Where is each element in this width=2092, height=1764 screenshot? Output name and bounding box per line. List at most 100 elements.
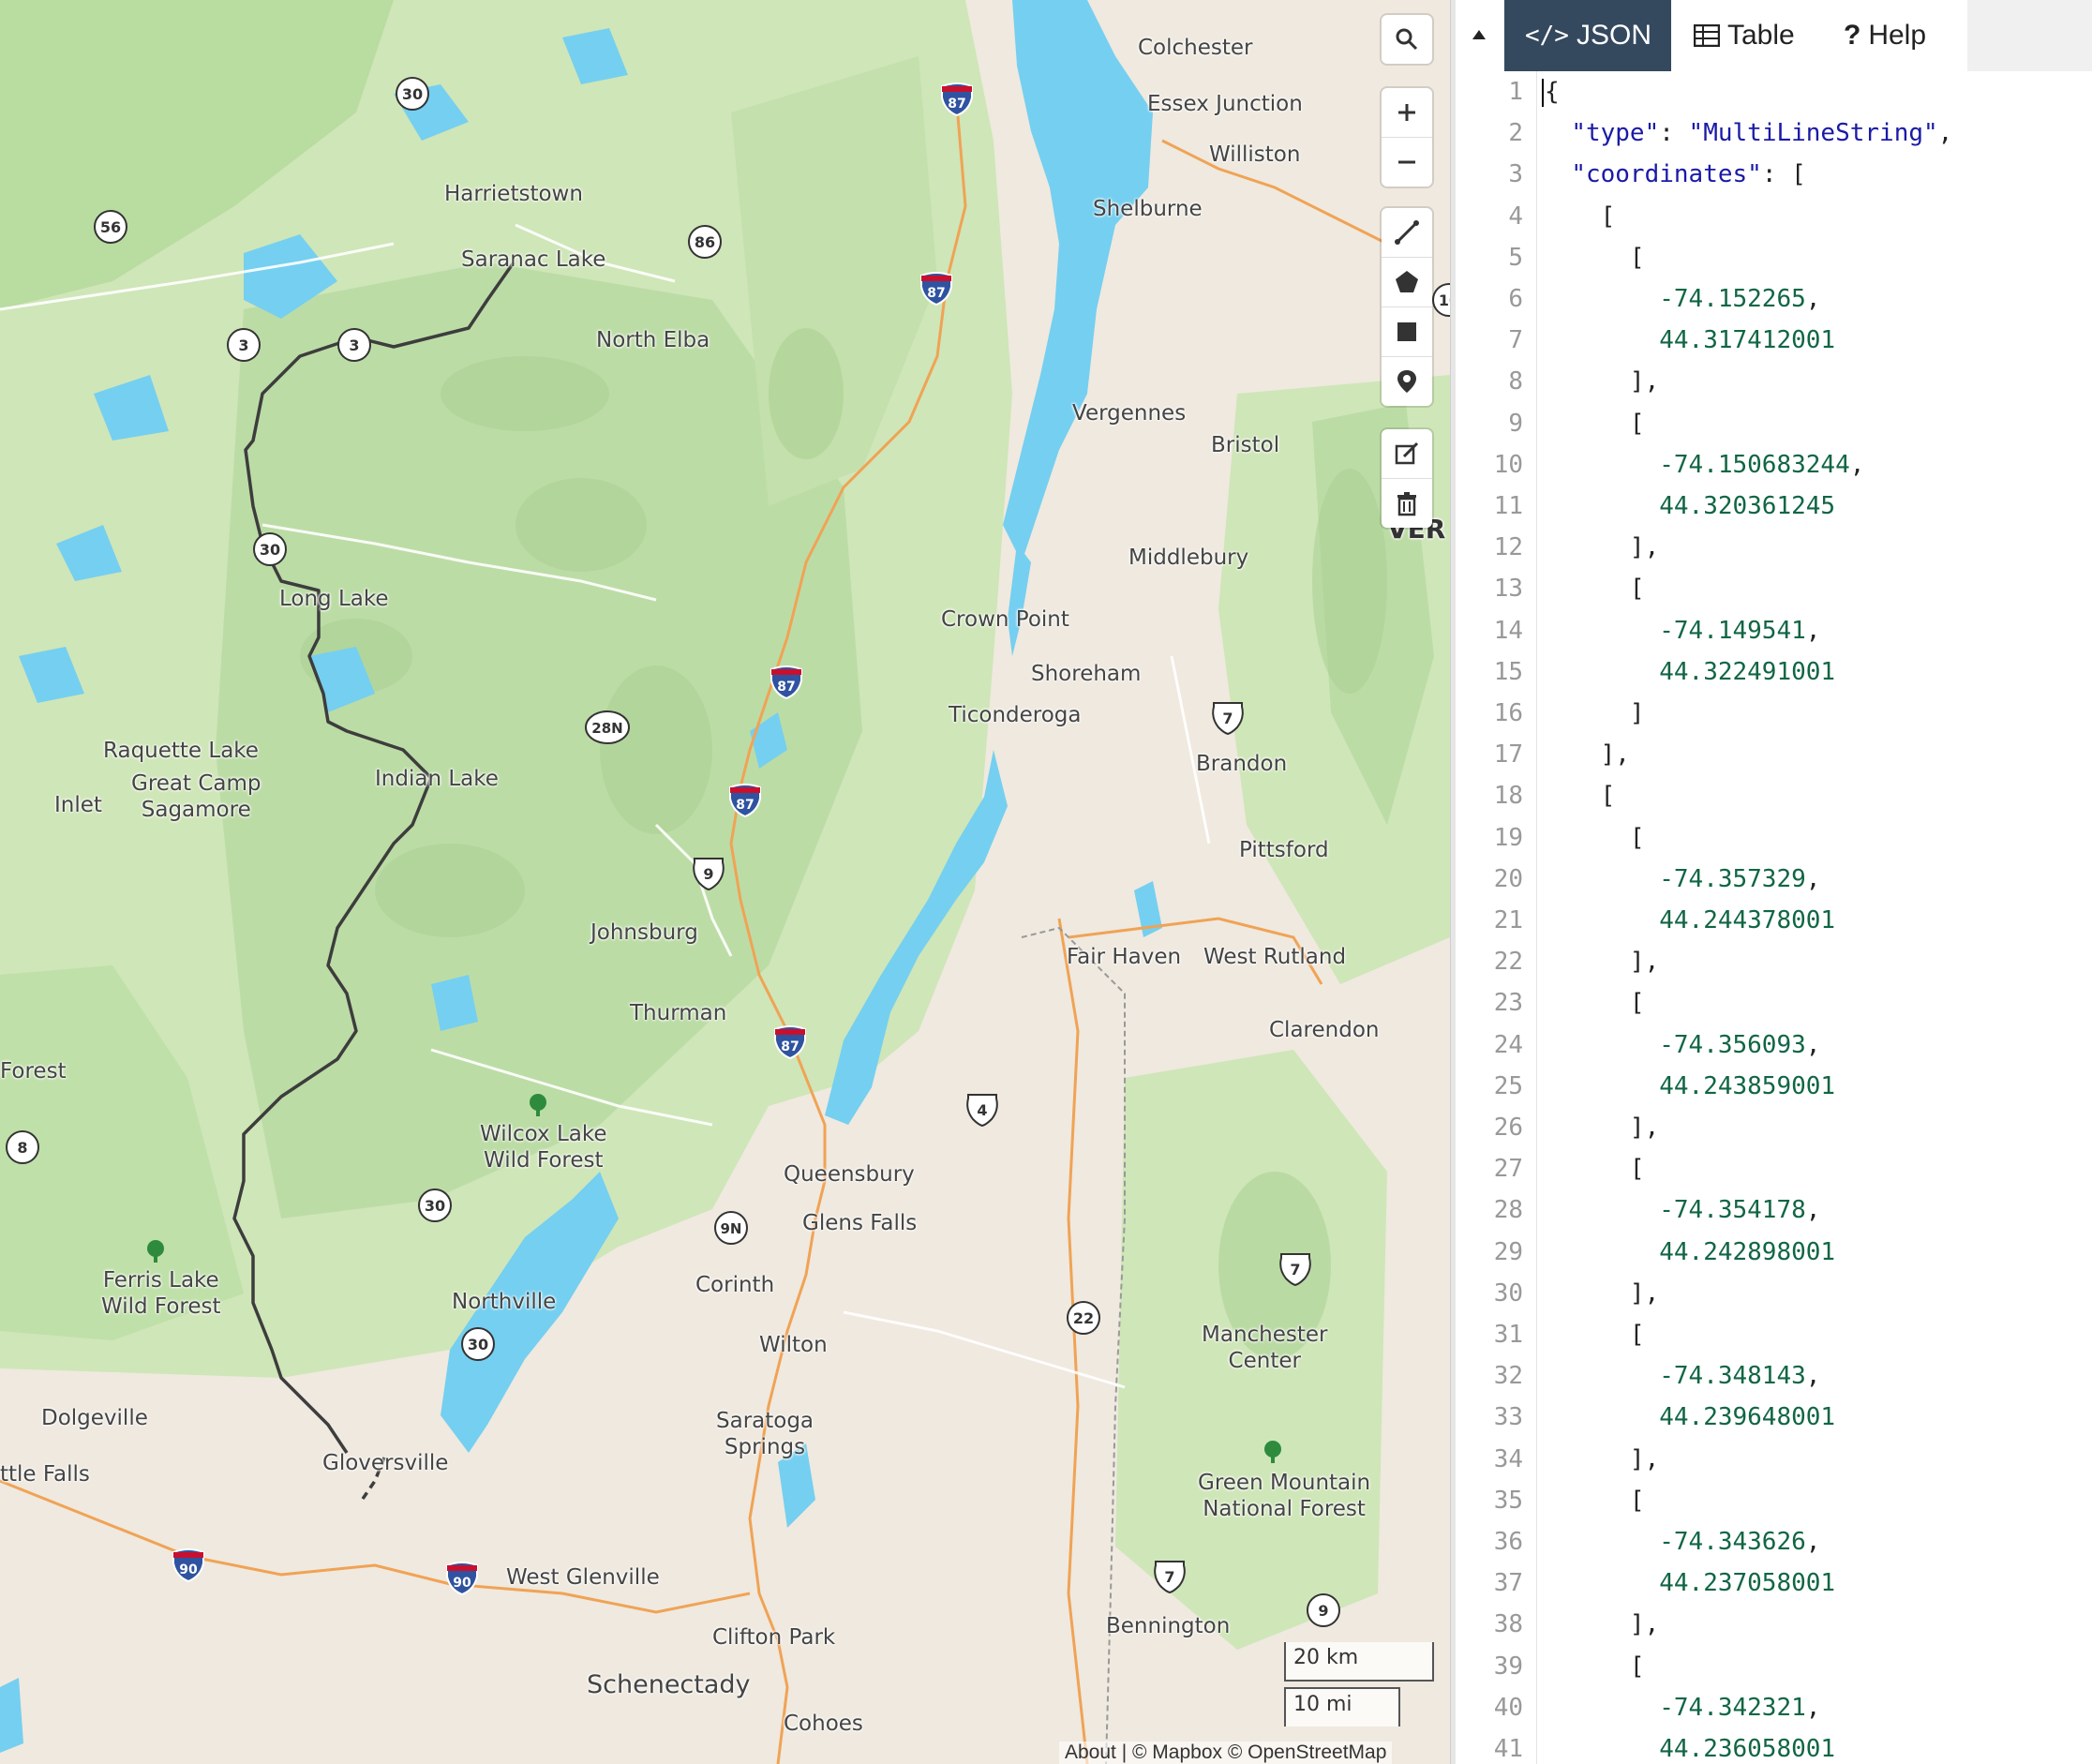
search-button[interactable] [1382, 15, 1432, 64]
code-line: 1{ [1456, 71, 2092, 112]
draw-rectangle-button[interactable] [1382, 307, 1432, 357]
place-essex-junction: Essex Junction [1147, 92, 1303, 116]
line-number: 12 [1493, 533, 1523, 562]
route-shield-30: 30 [416, 1187, 454, 1229]
place-ferris-lake: Ferris Lake Wild Forest [101, 1268, 221, 1319]
code-line: 21 44.244378001 [1456, 900, 2092, 941]
json-editor[interactable]: 1{2 "type": "MultiLineString", 3 "coordin… [1456, 71, 2092, 1764]
code-line: 32 -74.348143, [1456, 1355, 2092, 1397]
code-text: [ [1542, 1652, 1645, 1681]
line-number: 2 [1508, 119, 1523, 148]
svg-text:3: 3 [238, 336, 248, 354]
route-shield-86: 86 [686, 223, 724, 265]
place-wilton: Wilton [759, 1333, 828, 1357]
code-text: 44.320361245 [1659, 492, 1836, 520]
draw-polygon-icon [1396, 271, 1418, 292]
code-text: ], [1542, 740, 1630, 770]
line-number: 32 [1493, 1362, 1523, 1391]
code-line: 30 ], [1456, 1273, 2092, 1314]
code-text: [ [1542, 823, 1645, 852]
us-shield-4: 4 [964, 1091, 1001, 1133]
line-number: 26 [1493, 1114, 1523, 1142]
place-green-mountain: Green Mountain National Forest [1198, 1471, 1371, 1521]
code-text: -74.152265, [1659, 285, 1821, 313]
code-line: 3 "coordinates": [ [1456, 154, 2092, 195]
place-brandon: Brandon [1196, 752, 1288, 776]
draw-toolbar [1382, 208, 1432, 406]
place-inlet: Inlet [54, 793, 102, 817]
svg-text:87: 87 [948, 97, 965, 112]
code-line: 22 ], [1456, 941, 2092, 982]
place-colchester: Colchester [1138, 36, 1253, 60]
line-number: 27 [1493, 1155, 1523, 1184]
edit-icon [1395, 441, 1419, 465]
table-icon [1694, 24, 1720, 47]
code-text: [ [1542, 1486, 1645, 1515]
draw-marker-button[interactable] [1382, 357, 1432, 406]
place-ticonderoga: Ticonderoga [949, 703, 1082, 727]
tab-json[interactable]: </> JSON [1504, 0, 1671, 71]
zoom-out-icon [1398, 160, 1415, 164]
edit-button[interactable] [1382, 429, 1432, 479]
collapse-button[interactable] [1465, 21, 1493, 49]
delete-button[interactable] [1382, 479, 1432, 528]
line-number: 9 [1508, 409, 1523, 438]
code-line: 28 -74.354178, [1456, 1189, 2092, 1231]
route-shield-30: 30 [251, 531, 289, 573]
tab-json-label: JSON [1576, 20, 1651, 51]
place-crown-point: Crown Point [941, 607, 1069, 632]
place-middlebury: Middlebury [1128, 546, 1249, 570]
place-cohoes: Cohoes [784, 1712, 863, 1736]
search-icon [1396, 28, 1418, 51]
interstate-shield-90: 90 [171, 1547, 206, 1587]
attribution[interactable]: About | © Mapbox © OpenStreetMap [1059, 1742, 1393, 1764]
place-shoreham: Shoreham [1031, 662, 1142, 686]
place-johnsburg: Johnsburg [590, 920, 698, 945]
place-bennington: Bennington [1106, 1614, 1231, 1638]
line-number: 3 [1508, 160, 1523, 189]
tab-table[interactable]: Table [1673, 0, 1823, 71]
code-line: 40 -74.342321, [1456, 1687, 2092, 1728]
draw-polygon-button[interactable] [1382, 258, 1432, 307]
draw-line-button[interactable] [1382, 208, 1432, 258]
code-text: [ [1542, 202, 1616, 231]
code-line: 12 ], [1456, 527, 2092, 568]
line-number: 7 [1508, 326, 1523, 355]
svg-text:10: 10 [1439, 292, 1450, 309]
zoom-in-button[interactable] [1382, 88, 1432, 138]
code-text: "coordinates": [ [1571, 160, 1806, 189]
svg-text:7: 7 [1164, 1568, 1174, 1586]
place-long-lake: Long Lake [279, 587, 389, 611]
zoom-out-button[interactable] [1382, 138, 1432, 187]
map-view[interactable]: Colchester Essex Junction Williston Shel… [0, 0, 1450, 1764]
code-line: 10 -74.150683244, [1456, 444, 2092, 486]
code-line: 36 -74.343626, [1456, 1521, 2092, 1562]
place-west-glenville: West Glenville [506, 1565, 660, 1590]
svg-text:30: 30 [468, 1336, 488, 1353]
line-number: 30 [1493, 1278, 1523, 1308]
svg-text:4: 4 [977, 1101, 987, 1119]
place-clifton-park: Clifton Park [712, 1625, 836, 1650]
svg-text:30: 30 [402, 85, 423, 103]
code-text: ] [1542, 699, 1645, 727]
line-number: 35 [1493, 1486, 1523, 1515]
us-shield-9: 9 [690, 855, 727, 897]
code-line: 25 44.243859001 [1456, 1066, 2092, 1107]
tab-table-label: Table [1727, 20, 1795, 51]
line-number: 41 [1493, 1735, 1523, 1763]
caret-up-icon [1472, 30, 1486, 39]
tab-help[interactable]: ? Help [1823, 0, 1965, 71]
park-icon [147, 1240, 164, 1263]
code-text: ], [1542, 533, 1660, 562]
code-text: 44.243859001 [1659, 1071, 1836, 1100]
svg-text:3: 3 [349, 336, 359, 354]
line-number: 34 [1493, 1444, 1523, 1473]
code-line: 8 ], [1456, 361, 2092, 402]
place-indian-lake: Indian Lake [375, 767, 499, 791]
place-little-falls: ttle Falls [0, 1462, 90, 1487]
place-glens-falls: Glens Falls [802, 1211, 918, 1235]
code-text: [ [1542, 243, 1645, 272]
place-great-camp-sagamore: Great Camp Sagamore [131, 771, 262, 822]
line-number: 36 [1493, 1528, 1523, 1556]
line-number: 40 [1493, 1693, 1523, 1722]
